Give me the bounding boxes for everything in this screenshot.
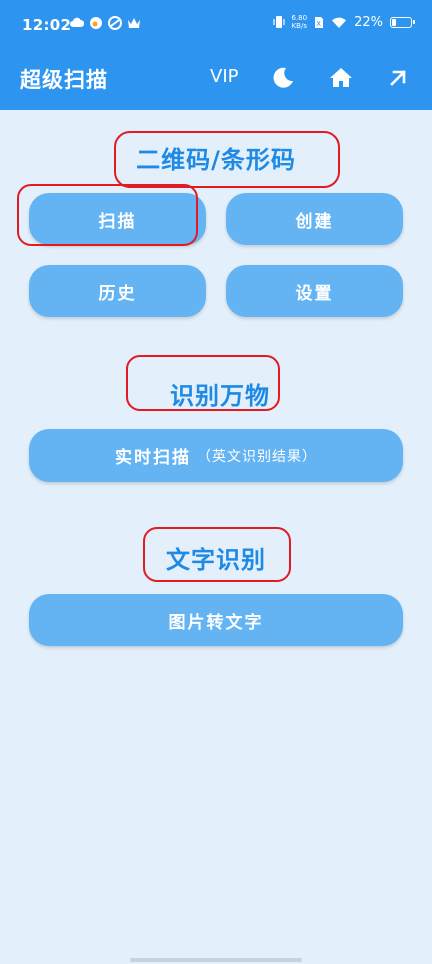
top-bar: 12:02 6.80 KB/s X 22% 超级扫描 VIP [0, 0, 432, 110]
section-title-barcode: 二维码/条形码 [136, 146, 296, 174]
wifi-icon [332, 17, 347, 28]
link-icon [108, 16, 122, 30]
image-to-text-button[interactable]: 图片转文字 [29, 594, 403, 646]
crown-icon [128, 18, 140, 28]
svg-text:X: X [316, 20, 321, 28]
moon-icon[interactable] [269, 64, 297, 92]
history-button[interactable]: 历史 [29, 265, 206, 317]
settings-button[interactable]: 设置 [226, 265, 403, 317]
status-bar: 12:02 6.80 KB/s X 22% [0, 0, 432, 52]
scan-button[interactable]: 扫描 [29, 193, 206, 245]
battery-level [392, 18, 397, 26]
weibo-icon [90, 17, 102, 29]
vibrate-icon [272, 16, 285, 28]
create-button[interactable]: 创建 [226, 193, 403, 245]
realtime-scan-label: 实时扫描 [115, 448, 191, 468]
app-title: 超级扫描 [20, 68, 108, 92]
status-right: 6.80 KB/s X 22% [272, 14, 415, 30]
arrow-up-right-icon[interactable] [384, 64, 412, 92]
battery-icon [390, 16, 415, 28]
cloud-icon [70, 17, 84, 27]
section-title-ocr: 文字识别 [166, 546, 266, 574]
sim-icon: X [315, 16, 324, 28]
notification-icons [70, 16, 141, 30]
battery-percent: 22% [354, 14, 383, 30]
app-bar: 超级扫描 VIP [0, 52, 432, 110]
net-speed: 6.80 KB/s [291, 14, 308, 30]
status-time: 12:02 [22, 16, 72, 34]
section-title-recognize: 识别万物 [170, 382, 270, 410]
home-icon[interactable] [327, 64, 355, 92]
realtime-scan-note: （英文识别结果） [197, 448, 317, 465]
realtime-scan-button[interactable]: 实时扫描 （英文识别结果） [29, 429, 403, 482]
vip-button[interactable]: VIP [210, 66, 238, 87]
home-indicator[interactable] [130, 958, 302, 962]
